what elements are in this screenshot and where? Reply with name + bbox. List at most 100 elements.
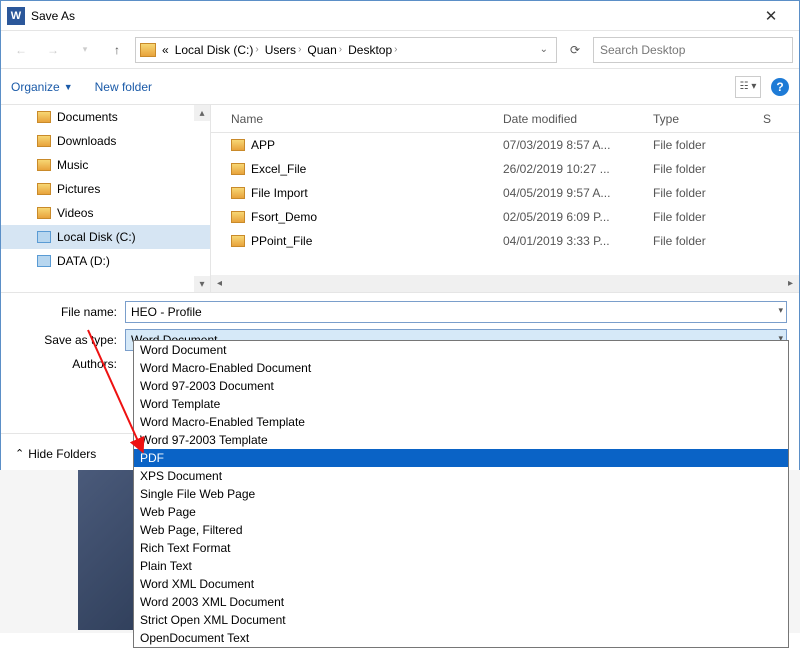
forward-button[interactable]: →: [39, 36, 67, 64]
file-name: Excel_File: [251, 162, 503, 176]
filename-dropdown-icon[interactable]: ▾: [778, 305, 783, 316]
folder-icon: [231, 163, 245, 175]
save-type-option[interactable]: Web Page, Filtered: [134, 521, 788, 539]
save-type-option[interactable]: Strict Open XML Document: [134, 611, 788, 629]
refresh-button[interactable]: ⟳: [561, 36, 589, 64]
save-type-option[interactable]: Single File Web Page: [134, 485, 788, 503]
breadcrumb-item[interactable]: Local Disk (C:)›: [173, 43, 263, 57]
save-type-option[interactable]: Word 2003 XML Document: [134, 593, 788, 611]
file-date: 07/03/2019 8:57 A...: [503, 138, 653, 152]
filename-label: File name:: [13, 305, 125, 319]
scroll-left-button[interactable]: ◂: [211, 275, 228, 292]
navigation-pane[interactable]: ▴ Documents Downloads Music Pictures Videos L…: [1, 105, 211, 292]
disk-icon: [37, 255, 51, 267]
close-button[interactable]: ✕: [751, 2, 791, 30]
folder-icon: [231, 211, 245, 223]
nav-tree-label: Documents: [57, 110, 118, 124]
nav-tree-item[interactable]: Videos: [1, 201, 210, 225]
horizontal-scrollbar[interactable]: ◂ ▸: [211, 275, 799, 292]
breadcrumb-bar[interactable]: « Local Disk (C:)›Users›Quan›Desktop› ⌄: [135, 37, 557, 63]
window-title: Save As: [31, 9, 75, 23]
explorer-panes: ▴ Documents Downloads Music Pictures Videos L…: [1, 105, 799, 293]
authors-label: Authors:: [13, 357, 125, 371]
nav-tree-item[interactable]: Documents: [1, 105, 210, 129]
breadcrumb-item[interactable]: Quan›: [305, 43, 346, 57]
nav-tree-item[interactable]: Music: [1, 153, 210, 177]
nav-tree-label: Videos: [57, 206, 93, 220]
file-date: 26/02/2019 10:27 ...: [503, 162, 653, 176]
titlebar: W Save As ✕: [1, 1, 799, 31]
column-headers[interactable]: Name Date modified Type S: [211, 105, 799, 133]
save-type-dropdown-list[interactable]: Word DocumentWord Macro-Enabled Document…: [133, 340, 789, 648]
file-row[interactable]: PPoint_File04/01/2019 3:33 P...File fold…: [211, 229, 799, 253]
search-input[interactable]: Search Desktop: [593, 37, 793, 63]
file-list-pane[interactable]: Name Date modified Type S APP07/03/2019 …: [211, 105, 799, 292]
save-type-option[interactable]: Web Page: [134, 503, 788, 521]
address-bar-row: ← → ▾ ↑ « Local Disk (C:)›Users›Quan›Des…: [1, 31, 799, 69]
file-name: PPoint_File: [251, 234, 503, 248]
save-type-option[interactable]: Word XML Document: [134, 575, 788, 593]
file-type: File folder: [653, 138, 763, 152]
nav-tree-item[interactable]: DATA (D:): [1, 249, 210, 273]
folder-icon: [231, 235, 245, 247]
recent-locations-button[interactable]: ▾: [71, 36, 99, 64]
column-date[interactable]: Date modified: [503, 112, 653, 126]
file-type: File folder: [653, 234, 763, 248]
nav-tree-label: Pictures: [57, 182, 100, 196]
nav-tree-item[interactable]: Pictures: [1, 177, 210, 201]
new-folder-button[interactable]: New folder: [95, 80, 152, 94]
folder-icon: [231, 187, 245, 199]
save-type-option[interactable]: Rich Text Format: [134, 539, 788, 557]
breadcrumb-overflow[interactable]: «: [160, 43, 171, 57]
file-row[interactable]: Fsort_Demo02/05/2019 6:09 P...File folde…: [211, 205, 799, 229]
breadcrumb-item[interactable]: Users›: [263, 43, 306, 57]
nav-tree-label: Local Disk (C:): [57, 230, 136, 244]
save-type-option[interactable]: Word Macro-Enabled Template: [134, 413, 788, 431]
file-type: File folder: [653, 186, 763, 200]
search-placeholder: Search Desktop: [600, 43, 685, 57]
nav-tree-item[interactable]: Local Disk (C:): [1, 225, 210, 249]
view-options-button[interactable]: ☷ ▾: [735, 76, 761, 98]
word-app-icon: W: [7, 7, 25, 25]
folder-icon: [37, 135, 51, 147]
save-type-option[interactable]: Word Macro-Enabled Document: [134, 359, 788, 377]
save-type-option[interactable]: Word Document: [134, 341, 788, 359]
file-name: Fsort_Demo: [251, 210, 503, 224]
toolbar: Organize▼ New folder ☷ ▾ ?: [1, 69, 799, 105]
save-type-option[interactable]: Word Template: [134, 395, 788, 413]
nav-tree-label: Downloads: [57, 134, 116, 148]
folder-icon: [37, 159, 51, 171]
file-type: File folder: [653, 162, 763, 176]
help-button[interactable]: ?: [771, 78, 789, 96]
column-type[interactable]: Type: [653, 112, 763, 126]
breadcrumb-dropdown[interactable]: ⌄: [536, 44, 552, 55]
folder-icon: [37, 207, 51, 219]
file-row[interactable]: Excel_File26/02/2019 10:27 ...File folde…: [211, 157, 799, 181]
save-type-option[interactable]: Plain Text: [134, 557, 788, 575]
nav-tree-label: DATA (D:): [57, 254, 110, 268]
nav-tree-item[interactable]: Downloads: [1, 129, 210, 153]
filename-input[interactable]: HEO - Profile ▾: [125, 301, 787, 323]
save-type-option[interactable]: OpenDocument Text: [134, 629, 788, 647]
folder-icon: [37, 111, 51, 123]
file-date: 04/05/2019 9:57 A...: [503, 186, 653, 200]
column-name[interactable]: Name: [231, 112, 503, 126]
nav-scroll-up[interactable]: ▴: [194, 105, 210, 121]
save-type-option[interactable]: PDF: [134, 449, 788, 467]
save-type-option[interactable]: Word 97-2003 Document: [134, 377, 788, 395]
up-button[interactable]: ↑: [103, 36, 131, 64]
file-date: 02/05/2019 6:09 P...: [503, 210, 653, 224]
back-button[interactable]: ←: [7, 36, 35, 64]
file-row[interactable]: File Import04/05/2019 9:57 A...File fold…: [211, 181, 799, 205]
save-type-option[interactable]: Word 97-2003 Template: [134, 431, 788, 449]
save-type-option[interactable]: XPS Document: [134, 467, 788, 485]
organize-button[interactable]: Organize▼: [11, 80, 73, 94]
file-type: File folder: [653, 210, 763, 224]
file-row[interactable]: APP07/03/2019 8:57 A...File folder: [211, 133, 799, 157]
nav-tree-label: Music: [57, 158, 88, 172]
scroll-right-button[interactable]: ▸: [782, 275, 799, 292]
breadcrumb-item[interactable]: Desktop›: [346, 43, 401, 57]
column-size[interactable]: S: [763, 112, 771, 126]
nav-scroll-down[interactable]: ▾: [194, 276, 210, 292]
folder-icon: [37, 183, 51, 195]
